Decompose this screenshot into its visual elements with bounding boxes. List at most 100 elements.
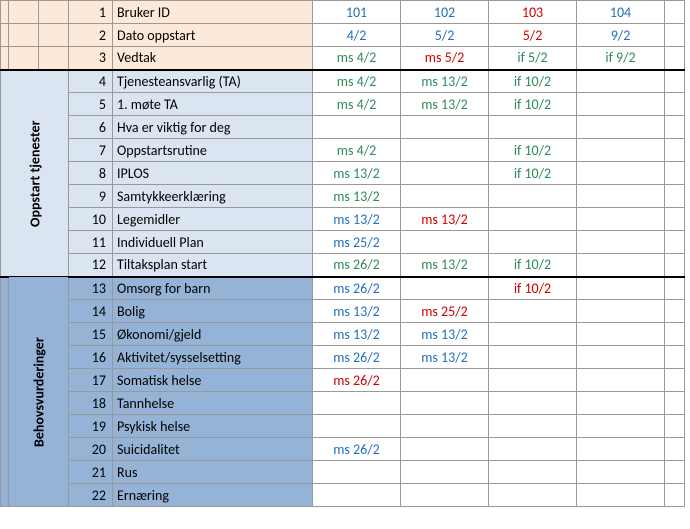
data-cell[interactable]	[577, 162, 665, 185]
data-cell[interactable]: if 10/2	[489, 93, 577, 116]
data-cell[interactable]	[665, 208, 685, 231]
data-cell[interactable]	[665, 185, 685, 208]
data-cell[interactable]: if 5/2	[489, 47, 577, 70]
data-cell[interactable]	[577, 277, 665, 300]
data-cell[interactable]	[665, 369, 685, 392]
data-cell[interactable]: ms 13/2	[313, 162, 401, 185]
data-cell[interactable]: 101	[313, 1, 401, 24]
data-cell[interactable]	[665, 231, 685, 254]
data-cell[interactable]	[577, 392, 665, 415]
data-cell[interactable]	[577, 185, 665, 208]
data-cell[interactable]	[665, 323, 685, 346]
data-cell[interactable]: ms 26/2	[313, 277, 401, 300]
data-cell[interactable]	[489, 461, 577, 484]
data-cell[interactable]	[665, 1, 685, 24]
data-cell[interactable]	[489, 116, 577, 139]
data-cell[interactable]	[665, 415, 685, 438]
data-cell[interactable]: ms 13/2	[401, 70, 489, 93]
data-cell[interactable]	[401, 484, 489, 507]
data-cell[interactable]: ms 4/2	[313, 93, 401, 116]
data-cell[interactable]	[401, 415, 489, 438]
data-cell[interactable]	[577, 139, 665, 162]
data-cell[interactable]	[313, 392, 401, 415]
data-cell[interactable]: ms 13/2	[313, 323, 401, 346]
data-cell[interactable]: if 10/2	[489, 277, 577, 300]
data-cell[interactable]	[577, 254, 665, 277]
data-cell[interactable]	[665, 392, 685, 415]
data-cell[interactable]	[489, 208, 577, 231]
data-cell[interactable]	[401, 139, 489, 162]
data-cell[interactable]	[665, 162, 685, 185]
data-cell[interactable]: if 10/2	[489, 139, 577, 162]
data-cell[interactable]	[577, 346, 665, 369]
data-cell[interactable]	[401, 461, 489, 484]
data-cell[interactable]	[401, 392, 489, 415]
data-cell[interactable]: ms 25/2	[313, 231, 401, 254]
data-cell[interactable]: if 10/2	[489, 162, 577, 185]
data-cell[interactable]: ms 4/2	[313, 47, 401, 70]
data-cell[interactable]	[313, 484, 401, 507]
data-cell[interactable]: ms 13/2	[313, 208, 401, 231]
data-cell[interactable]	[401, 162, 489, 185]
data-cell[interactable]: 103	[489, 1, 577, 24]
data-cell[interactable]	[577, 70, 665, 93]
data-cell[interactable]	[665, 116, 685, 139]
data-cell[interactable]	[489, 346, 577, 369]
data-cell[interactable]	[665, 300, 685, 323]
data-cell[interactable]	[665, 346, 685, 369]
data-cell[interactable]: 5/2	[489, 24, 577, 47]
data-cell[interactable]	[489, 484, 577, 507]
data-cell[interactable]: ms 13/2	[401, 208, 489, 231]
data-cell[interactable]	[401, 231, 489, 254]
data-cell[interactable]: ms 13/2	[401, 323, 489, 346]
data-cell[interactable]: if 10/2	[489, 70, 577, 93]
data-cell[interactable]: 5/2	[401, 24, 489, 47]
data-cell[interactable]: 104	[577, 1, 665, 24]
data-cell[interactable]: 102	[401, 1, 489, 24]
data-cell[interactable]	[489, 300, 577, 323]
data-cell[interactable]: ms 4/2	[313, 139, 401, 162]
data-cell[interactable]	[489, 369, 577, 392]
data-cell[interactable]	[665, 484, 685, 507]
data-cell[interactable]: ms 13/2	[313, 300, 401, 323]
data-cell[interactable]: if 10/2	[489, 254, 577, 277]
data-cell[interactable]: 4/2	[313, 24, 401, 47]
data-cell[interactable]: ms 5/2	[401, 47, 489, 70]
data-cell[interactable]: ms 13/2	[401, 346, 489, 369]
data-cell[interactable]	[489, 415, 577, 438]
data-cell[interactable]: ms 26/2	[313, 254, 401, 277]
data-cell[interactable]	[577, 300, 665, 323]
data-cell[interactable]	[665, 254, 685, 277]
data-cell[interactable]	[401, 277, 489, 300]
data-cell[interactable]: if 9/2	[577, 47, 665, 70]
data-cell[interactable]: ms 4/2	[313, 70, 401, 93]
data-cell[interactable]	[489, 185, 577, 208]
data-cell[interactable]	[577, 369, 665, 392]
data-cell[interactable]	[489, 392, 577, 415]
data-cell[interactable]	[577, 116, 665, 139]
data-cell[interactable]	[489, 438, 577, 461]
data-cell[interactable]: ms 26/2	[313, 346, 401, 369]
data-cell[interactable]	[577, 438, 665, 461]
data-cell[interactable]	[401, 185, 489, 208]
data-cell[interactable]: ms 13/2	[401, 93, 489, 116]
data-cell[interactable]	[665, 70, 685, 93]
data-cell[interactable]	[665, 93, 685, 116]
data-cell[interactable]	[577, 323, 665, 346]
data-cell[interactable]	[665, 461, 685, 484]
data-cell[interactable]	[577, 208, 665, 231]
data-cell[interactable]	[665, 277, 685, 300]
data-cell[interactable]	[577, 461, 665, 484]
data-cell[interactable]	[577, 484, 665, 507]
data-cell[interactable]	[577, 93, 665, 116]
data-cell[interactable]: ms 26/2	[313, 438, 401, 461]
data-cell[interactable]	[489, 323, 577, 346]
data-cell[interactable]: ms 13/2	[313, 185, 401, 208]
data-cell[interactable]: ms 13/2	[401, 254, 489, 277]
data-cell[interactable]	[489, 231, 577, 254]
data-cell[interactable]: ms 26/2	[313, 369, 401, 392]
data-cell[interactable]	[313, 415, 401, 438]
data-cell[interactable]	[665, 24, 685, 47]
data-cell[interactable]	[577, 415, 665, 438]
data-cell[interactable]	[665, 47, 685, 70]
